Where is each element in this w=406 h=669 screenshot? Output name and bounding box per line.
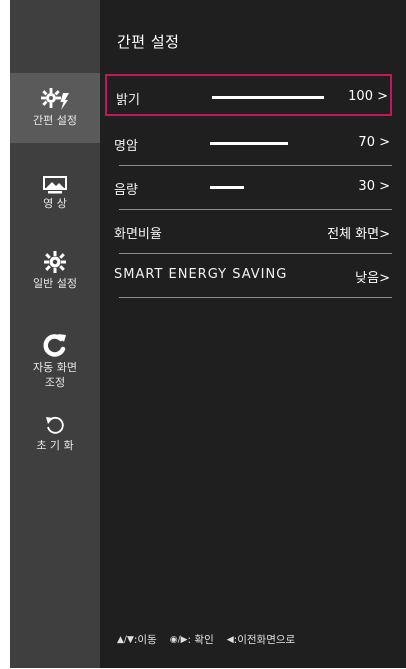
sidebar-item-label: 일반 설정 — [33, 277, 77, 290]
page-title: 간편 설정 — [117, 33, 180, 51]
key-guide-move: ▲/▼ :이동 — [117, 632, 157, 647]
reset-icon — [46, 416, 64, 434]
row-label: 명암 — [114, 139, 138, 154]
auto-adjust-icon — [43, 334, 66, 357]
row-label: 화면비율 — [114, 227, 162, 242]
menu-row-smart-energy-saving[interactable]: SMART ENERGY SAVING 낮음> — [105, 254, 392, 298]
key-guide-label: :이전화면으로 — [233, 634, 296, 646]
sidebar-item-auto-adjust[interactable]: 자동 화면 조정 — [10, 332, 100, 392]
key-guide-label: : 확인 — [187, 634, 214, 646]
gear-icon — [44, 251, 66, 273]
menu-row-brightness[interactable]: 밝기 100 > — [105, 74, 392, 116]
row-value: 30 > — [358, 179, 390, 194]
row-value: 100 > — [348, 89, 388, 104]
sidebar-item-reset[interactable]: 초 기 화 — [10, 414, 100, 456]
key-guide-label: :이동 — [133, 634, 157, 646]
row-label: SMART ENERGY SAVING — [114, 267, 288, 282]
row-value: 전체 화면> — [327, 227, 390, 242]
sidebar-item-picture[interactable]: 영 상 — [10, 170, 100, 220]
brightness-level-bar — [212, 96, 324, 99]
osd-frame: 간편 설정 영 상 일반 설정 자동 화면 조정 초 기 화 간편 설정 밝기 … — [0, 0, 406, 669]
up-down-arrows-icon: ▲/▼ — [117, 634, 134, 645]
contrast-level-bar — [210, 142, 288, 145]
row-label: 밝기 — [116, 93, 140, 108]
key-guide: ▲/▼ :이동 ◉/▶ : 확인 ◀ :이전화면으로 — [117, 632, 402, 647]
row-value: 70 > — [358, 135, 390, 150]
sidebar-item-label: 자동 화면 조정 — [33, 361, 77, 389]
sidebar-item-label: 초 기 화 — [36, 439, 74, 452]
menu-row-contrast[interactable]: 명암 70 > — [105, 122, 392, 166]
menu-row-aspect-ratio[interactable]: 화면비율 전체 화면> — [105, 210, 392, 254]
key-guide-confirm: ◉/▶ : 확인 — [170, 632, 214, 647]
ok-right-icon: ◉/▶ — [169, 634, 188, 645]
row-value: 낮음> — [355, 271, 390, 286]
volume-level-bar — [210, 186, 244, 189]
left-arrow-icon: ◀ — [226, 634, 234, 645]
row-label: 음량 — [114, 183, 138, 198]
sidebar-item-label: 영 상 — [43, 197, 67, 210]
main-panel: 간편 설정 밝기 100 > 명암 70 > 음량 30 > 화면비율 전체 화… — [100, 0, 406, 668]
key-guide-back: ◀ :이전화면으로 — [227, 632, 295, 647]
menu-row-volume[interactable]: 음량 30 > — [105, 166, 392, 210]
quick-settings-icon — [41, 88, 69, 110]
sidebar-item-label: 간편 설정 — [33, 114, 77, 127]
sidebar-item-quick-settings[interactable]: 간편 설정 — [10, 73, 100, 143]
row-divider — [119, 297, 392, 298]
sidebar: 간편 설정 영 상 일반 설정 자동 화면 조정 초 기 화 — [10, 0, 100, 668]
picture-icon — [43, 176, 67, 194]
sidebar-item-general[interactable]: 일반 설정 — [10, 250, 100, 302]
